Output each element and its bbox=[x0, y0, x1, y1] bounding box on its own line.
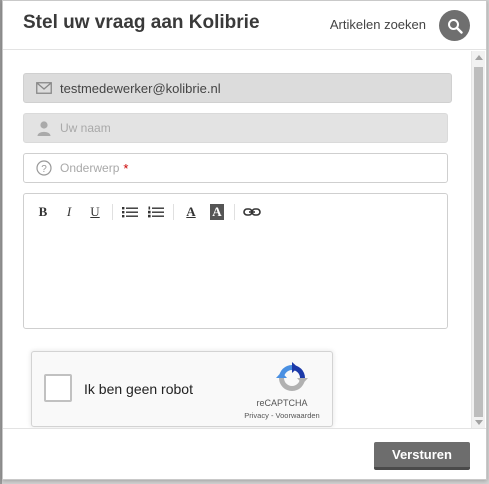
bullet-list-button[interactable] bbox=[119, 203, 141, 221]
svg-text:?: ? bbox=[41, 164, 47, 175]
captcha-checkbox[interactable] bbox=[44, 374, 72, 402]
submit-button[interactable]: Versturen bbox=[374, 442, 470, 470]
numbered-list-button[interactable] bbox=[145, 203, 167, 221]
link-separator: - bbox=[268, 411, 276, 420]
toolbar-divider bbox=[173, 204, 174, 220]
email-field[interactable]: testmedewerker@kolibrie.nl bbox=[23, 73, 452, 103]
recaptcha-links: Privacy - Voorwaarden bbox=[232, 411, 332, 420]
scroll-down-arrow-icon[interactable] bbox=[475, 420, 483, 425]
name-placeholder: Uw naam bbox=[60, 121, 111, 135]
dialog-header: Stel uw vraag aan Kolibrie Artikelen zoe… bbox=[3, 1, 486, 50]
name-field[interactable]: Uw naam bbox=[23, 113, 448, 143]
envelope-icon bbox=[35, 79, 53, 97]
text-color-button[interactable]: A bbox=[180, 203, 202, 221]
background-color-button[interactable]: A bbox=[206, 203, 228, 221]
dialog-body: testmedewerker@kolibrie.nl Uw naam ? Ond… bbox=[3, 51, 474, 429]
dialog-title: Stel uw vraag aan Kolibrie bbox=[23, 12, 260, 33]
required-marker: * bbox=[123, 160, 129, 176]
subject-placeholder: Onderwerp bbox=[60, 161, 120, 175]
toolbar-divider bbox=[112, 204, 113, 220]
contact-dialog: Stel uw vraag aan Kolibrie Artikelen zoe… bbox=[2, 0, 487, 480]
subject-field[interactable]: ? Onderwerp * bbox=[23, 153, 448, 183]
message-textarea[interactable] bbox=[32, 228, 439, 320]
scrollbar-thumb[interactable] bbox=[474, 67, 483, 417]
email-value: testmedewerker@kolibrie.nl bbox=[60, 80, 221, 96]
message-editor[interactable]: B I U A A bbox=[23, 193, 448, 329]
terms-link[interactable]: Voorwaarden bbox=[276, 411, 320, 420]
question-icon: ? bbox=[35, 159, 53, 177]
text-color-icon: A bbox=[186, 204, 196, 219]
link-icon bbox=[243, 208, 261, 216]
search-icon bbox=[447, 18, 463, 34]
numbered-list-icon bbox=[148, 206, 164, 218]
search-articles-link[interactable]: Artikelen zoeken bbox=[330, 17, 426, 32]
italic-button[interactable]: I bbox=[58, 203, 80, 221]
underline-button[interactable]: U bbox=[84, 203, 106, 221]
bullet-list-icon bbox=[122, 207, 138, 218]
captcha-label: Ik ben geen robot bbox=[84, 381, 193, 397]
vertical-scrollbar[interactable] bbox=[471, 51, 485, 429]
user-icon bbox=[35, 119, 53, 137]
link-button[interactable] bbox=[241, 203, 263, 221]
privacy-link[interactable]: Privacy bbox=[244, 411, 269, 420]
recaptcha-brand: reCAPTCHA bbox=[256, 398, 308, 408]
background-color-icon: A bbox=[210, 204, 224, 220]
search-button[interactable] bbox=[439, 10, 470, 41]
recaptcha-logo-icon bbox=[276, 362, 308, 391]
bold-button[interactable]: B bbox=[32, 203, 54, 221]
recaptcha-widget: Ik ben geen robot reCAPTCHA Privacy - Vo… bbox=[31, 351, 333, 427]
scroll-up-arrow-icon[interactable] bbox=[475, 55, 483, 60]
toolbar-divider bbox=[234, 204, 235, 220]
editor-toolbar: B I U A A bbox=[32, 203, 267, 221]
dialog-footer: Versturen bbox=[3, 428, 486, 479]
